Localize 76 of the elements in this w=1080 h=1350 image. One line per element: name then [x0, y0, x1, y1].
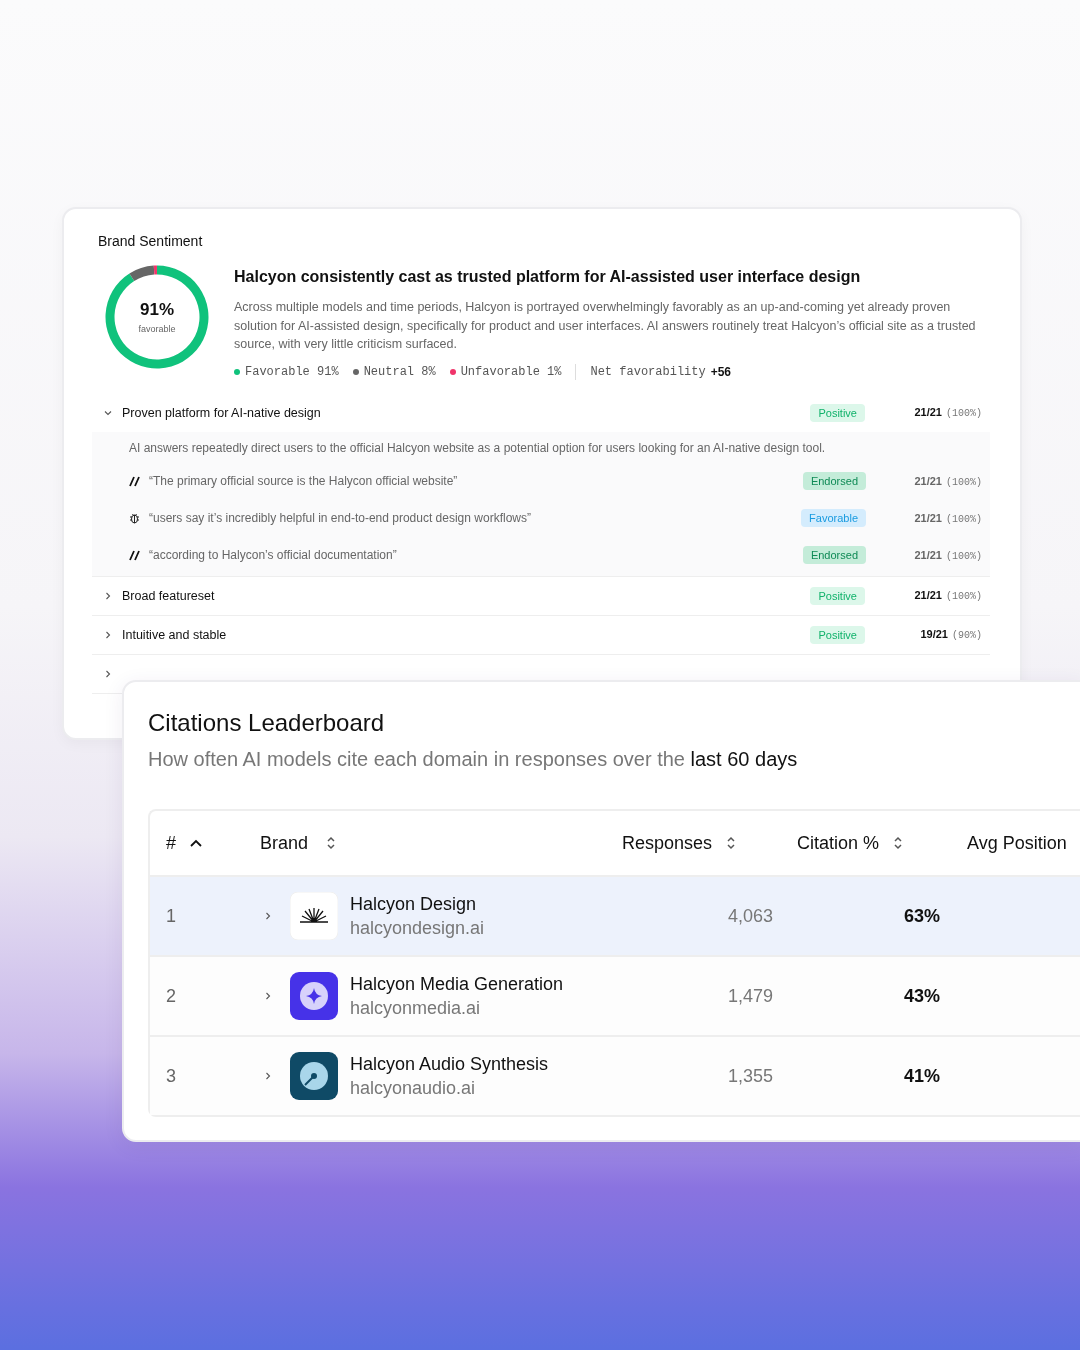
donut-value: 91%	[140, 300, 174, 320]
sentiment-headline: Halcyon consistently cast as trusted platform for AI-assisted user interface design	[234, 268, 861, 286]
brand-domain: halcyondesign.ai	[350, 917, 485, 939]
sentiment-badge: Positive	[810, 625, 865, 644]
percent-text: (100%)	[946, 476, 982, 488]
chevron-icon[interactable]	[264, 992, 272, 1000]
brand-domain: halcyonmedia.ai	[350, 997, 482, 1019]
quote-text: “The primary official source is the Halycon official website”	[149, 474, 458, 488]
citation-cell: 43%	[903, 985, 940, 1007]
rank-cell: 1	[166, 905, 176, 926]
card-title: Brand Sentiment	[98, 233, 203, 249]
sort-ascending-icon[interactable]	[190, 839, 202, 847]
chevron-icon[interactable]	[104, 630, 112, 639]
sparkle-logo-icon	[290, 972, 338, 1020]
sentiment-badge: Endorsed	[802, 546, 866, 564]
sentiment-summary: Across multiple models and time periods, Halcyon is portrayed overwhelmingly favorably as an up-and-coming yet already proven solution for AI-assisted design, specifically for product and user interfaces. AI answers routinely treat Halcyon’s official site as a trusted source, with very little criticism surfaced.	[234, 299, 977, 353]
legend-label: Favorable 91%	[245, 364, 339, 379]
responses-cell: 1,479	[727, 985, 773, 1007]
bug-icon	[129, 512, 140, 524]
sort-icon[interactable]	[326, 835, 337, 851]
table-row[interactable]: 1 Halcyon Design halcyondesign.ai 4,063 63%	[150, 875, 1080, 955]
column-header[interactable]: Responses	[622, 832, 713, 854]
column-header[interactable]: Brand	[260, 832, 309, 854]
card-subtitle: How often AI models cite each domain in responses over the last 60 days	[148, 748, 799, 771]
donut-caption: favorable	[138, 324, 176, 334]
column-header[interactable]: Citation %	[797, 832, 880, 854]
chevron-icon[interactable]	[104, 669, 112, 678]
burst-logo-icon	[290, 892, 338, 940]
net-value: +56	[710, 364, 732, 379]
percent-text: (100%)	[946, 550, 982, 562]
column-header[interactable]: #	[166, 832, 176, 854]
table-row[interactable]: 3 Halcyon Audio Synthesis halcyonaudio.ai 1,355 41%	[150, 1035, 1080, 1115]
rank-cell: 3	[166, 1065, 176, 1086]
citation-cell: 41%	[903, 1065, 940, 1087]
count-text: 21/21	[914, 548, 942, 561]
legend-label: Neutral 8%	[363, 364, 436, 379]
responses-cell: 4,063	[727, 905, 773, 927]
topic-summary: AI answers repeatedly direct users to the official Halcyon website as a potential option for users looking for an AI-native design tool.	[128, 439, 827, 457]
percent-text: (100%)	[946, 591, 982, 602]
chevron-icon[interactable]	[264, 912, 272, 920]
responses-cell: 1,355	[727, 1065, 773, 1087]
chevron-icon[interactable]	[104, 408, 112, 417]
sort-icon[interactable]	[893, 835, 904, 851]
percent-text: (90%)	[952, 630, 982, 641]
percent-text: (100%)	[946, 408, 982, 419]
brand-name: Halcyon Design	[350, 893, 478, 915]
brand-name: Halcyon Media Generation	[350, 973, 564, 995]
count-text: 21/21	[914, 511, 942, 524]
topic-label[interactable]: Intuitive and stable	[122, 627, 227, 642]
chevron-icon[interactable]	[104, 591, 112, 600]
percent-text: (100%)	[946, 513, 982, 525]
sentiment-badge: Endorsed	[802, 472, 866, 490]
chevron-icon[interactable]	[264, 1072, 272, 1080]
legend-label: Unfavorable 1%	[460, 364, 562, 379]
sentiment-badge: Favorable	[801, 509, 866, 527]
net-label: Net favorability	[590, 364, 706, 379]
topic-label[interactable]: Broad featureset	[122, 588, 215, 603]
quote-text: “according to Halycon’s official documentation”	[149, 548, 397, 562]
count-text: 19/21	[920, 628, 948, 640]
double-slash-icon	[129, 475, 140, 487]
brand-name: Halcyon Audio Synthesis	[350, 1053, 549, 1075]
sentiment-badge: Positive	[810, 403, 865, 422]
count-text: 21/21	[914, 474, 942, 487]
citation-cell: 63%	[903, 905, 940, 927]
count-text: 21/21	[914, 406, 942, 418]
quote-text: “users say it’s incredibly helpful in end-to-end product design workflows”	[149, 511, 531, 525]
sort-icon[interactable]	[726, 835, 737, 851]
topic-label[interactable]: Proven platform for AI-native design	[122, 405, 321, 420]
brand-domain: halcyonaudio.ai	[350, 1077, 477, 1099]
column-header[interactable]: Avg Position	[967, 832, 1067, 854]
double-slash-icon	[129, 549, 140, 561]
rank-cell: 2	[166, 985, 176, 1006]
card-title: Citations Leaderboard	[148, 709, 385, 737]
dial-logo-icon	[290, 1052, 338, 1100]
count-text: 21/21	[914, 589, 942, 601]
sentiment-badge: Positive	[810, 586, 865, 605]
